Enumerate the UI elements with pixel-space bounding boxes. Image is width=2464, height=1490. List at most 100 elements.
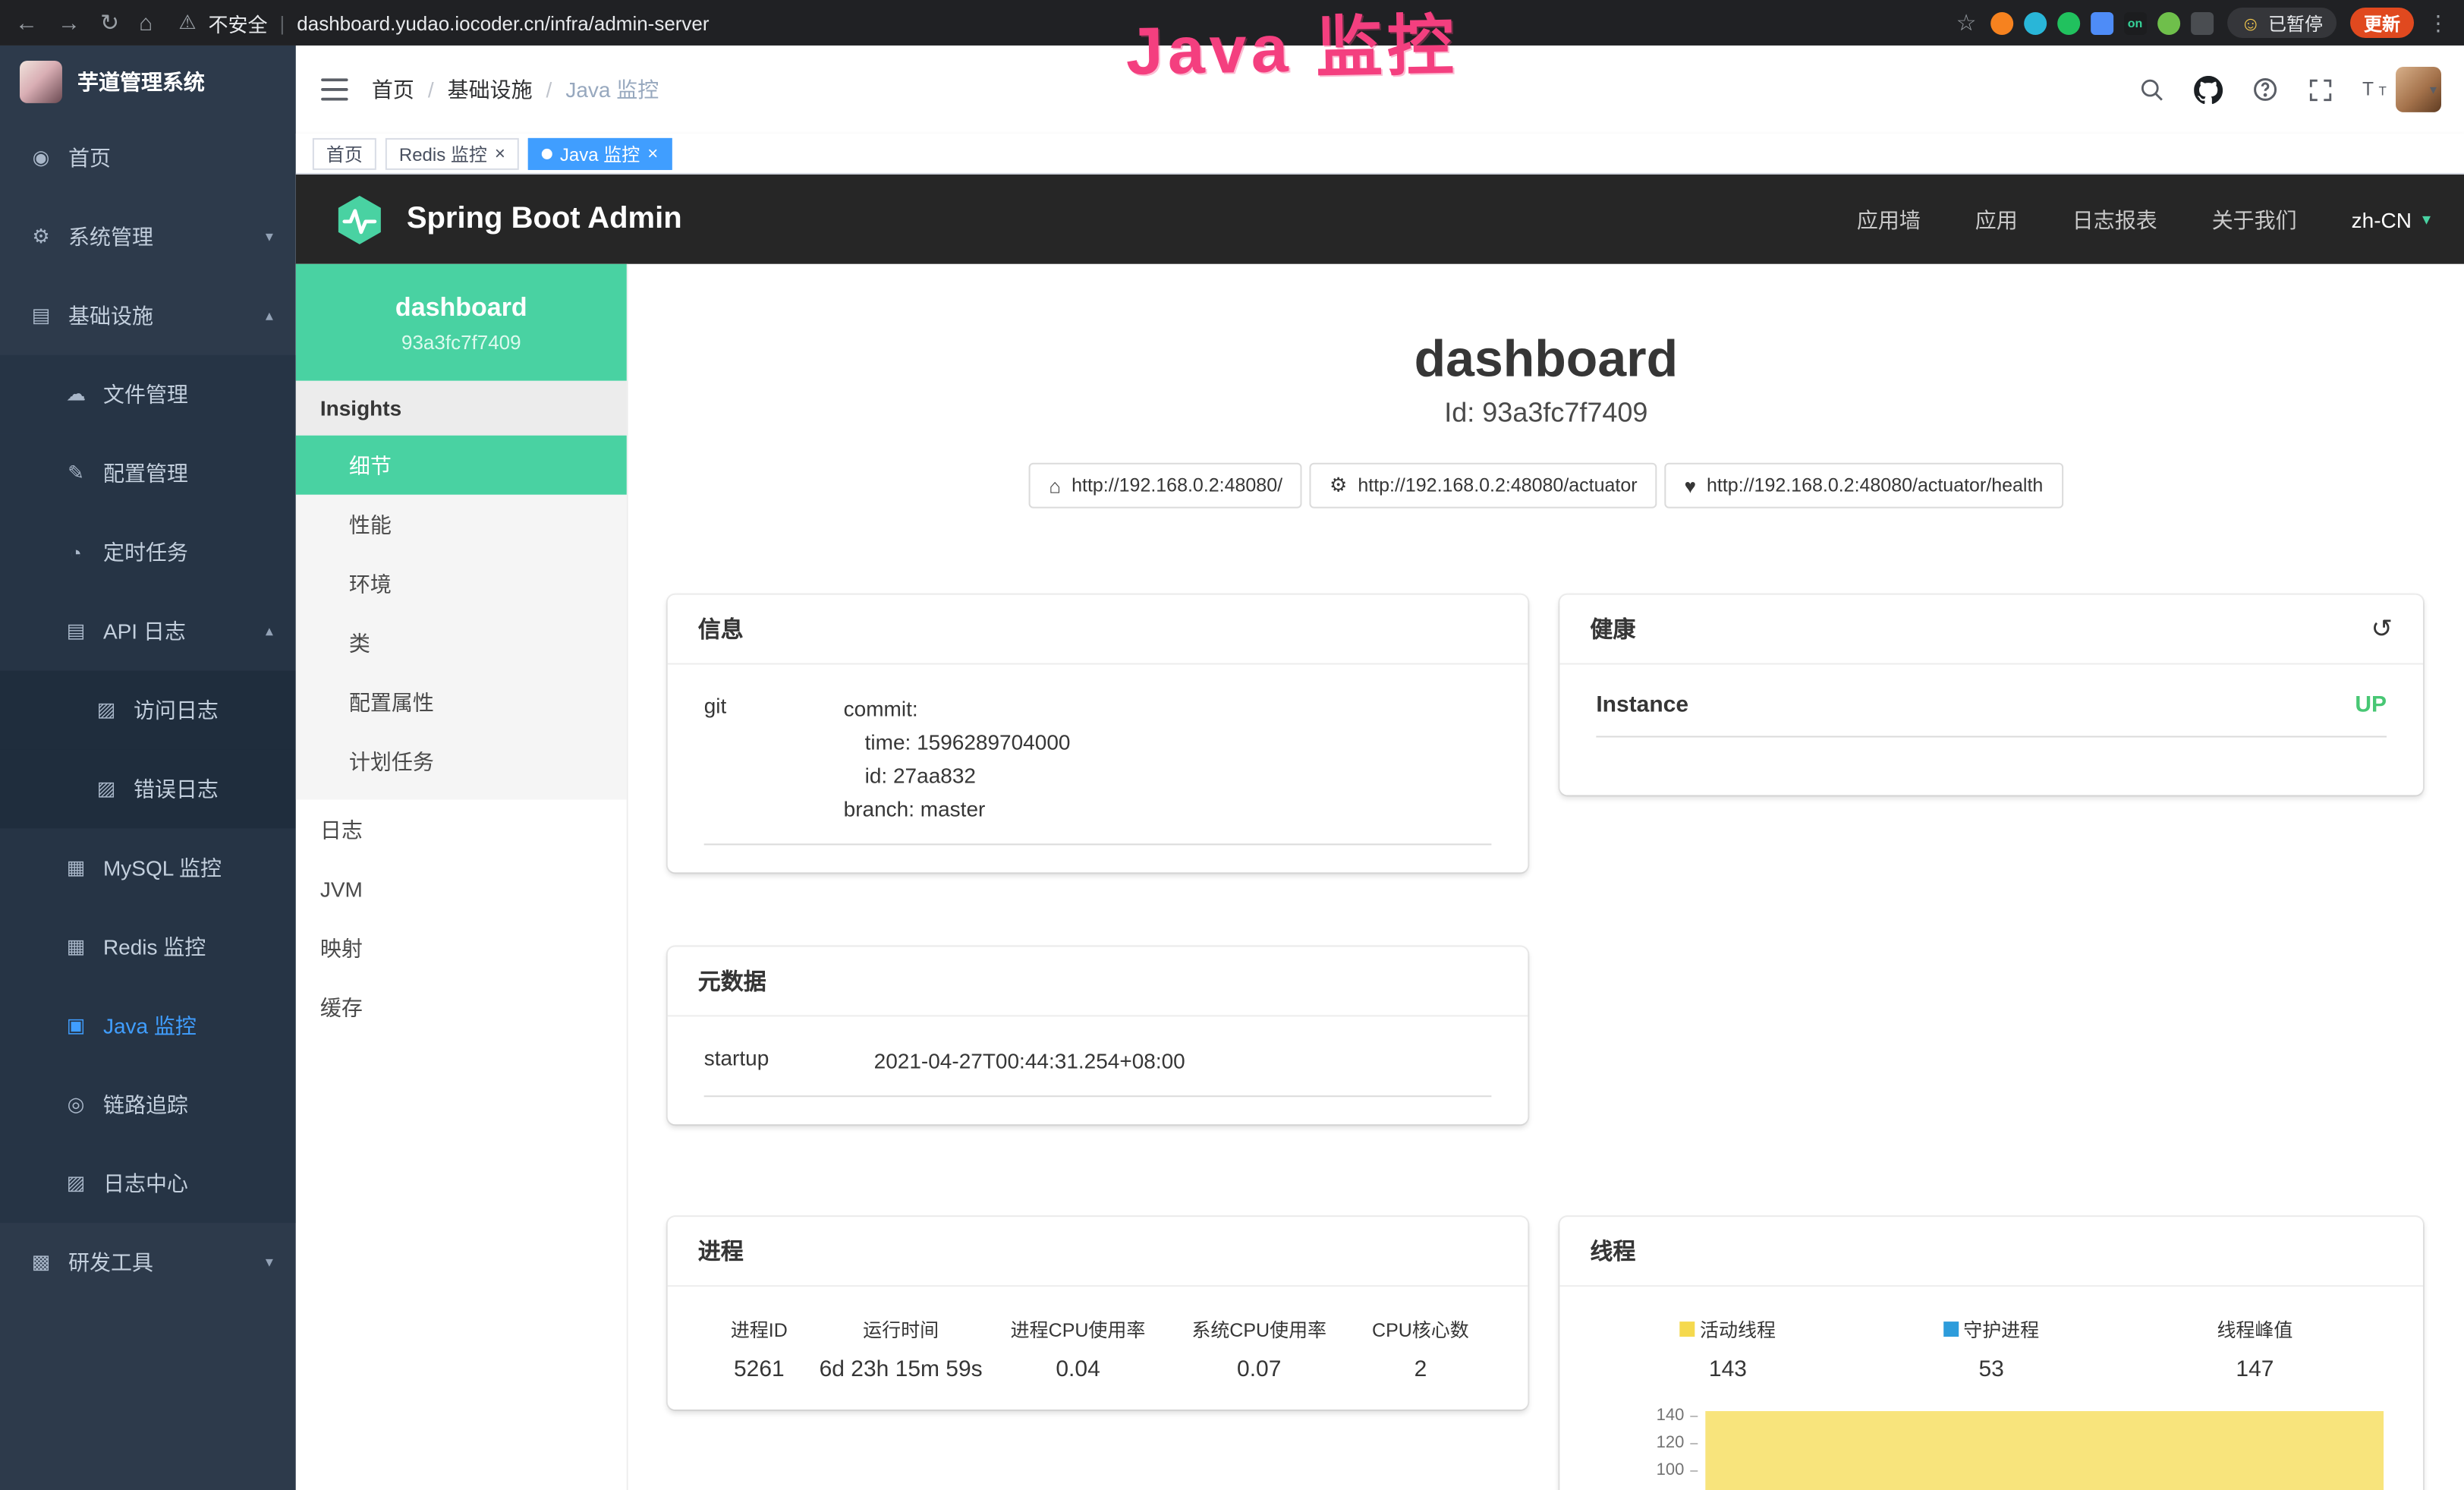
history-icon[interactable]: ↺ <box>2371 616 2393 642</box>
heart-icon: ♥ <box>1685 474 1696 497</box>
sba-side-item-细节[interactable]: 细节 <box>296 436 627 495</box>
tab-首页[interactable]: 首页 <box>313 137 376 169</box>
sba-nav-应用墙[interactable]: 应用墙 <box>1857 204 1921 235</box>
sidebar-item-系统管理[interactable]: ⚙系统管理▾ <box>0 197 296 276</box>
card-info-title: 信息 <box>698 613 744 645</box>
legend-value: 143 <box>1596 1356 1859 1382</box>
sba-side-item-性能[interactable]: 性能 <box>296 495 627 554</box>
card-process-title: 进程 <box>698 1235 744 1267</box>
sidebar-item-label: Java 监控 <box>103 1010 197 1041</box>
sidebar-item-label: 基础设施 <box>68 301 153 331</box>
sidebar-item-Redis 监控[interactable]: ▦Redis 监控 <box>0 907 296 986</box>
sba-main: dashboard Id: 93a3fc7f7409 ⌂http://192.1… <box>628 264 2464 1490</box>
forward-icon[interactable]: → <box>58 11 80 34</box>
breadcrumb: 首页/基础设施/Java 监控 <box>372 74 659 105</box>
tab-Redis 监控[interactable]: Redis 监控× <box>385 137 519 169</box>
sba-body: dashboard 93a3fc7f7409 Insights 细节性能环境类配… <box>296 264 2464 1490</box>
extension-icon[interactable] <box>2157 11 2179 34</box>
avatar-caret-icon[interactable]: ▾ <box>2430 81 2437 98</box>
profile-paused-chip[interactable]: ☺ 已暂停 <box>2226 8 2337 38</box>
extension-icon[interactable] <box>2024 11 2047 34</box>
sidebar-item-API 日志[interactable]: ▤API 日志▴ <box>0 592 296 671</box>
sidebar-item-研发工具[interactable]: ▩研发工具▾ <box>0 1223 296 1302</box>
brand-logo <box>20 61 62 103</box>
sidebar-item-链路追踪[interactable]: ◎链路追踪 <box>0 1065 296 1144</box>
home-icon: ⌂ <box>1049 474 1061 497</box>
sba-side-item-日志[interactable]: 日志 <box>296 799 627 858</box>
config-icon: ✎ <box>64 461 88 486</box>
bookmark-star-icon[interactable]: ☆ <box>1956 11 1977 34</box>
sidebar-item-访问日志[interactable]: ▨访问日志 <box>0 671 296 750</box>
info-key: git <box>704 692 844 826</box>
sidebar-item-文件管理[interactable]: ☁文件管理 <box>0 355 296 434</box>
instance-link-home[interactable]: ⌂http://192.168.0.2:48080/ <box>1029 463 1302 509</box>
update-button[interactable]: 更新 <box>2350 8 2414 38</box>
sba-side-item-映射[interactable]: 映射 <box>296 918 627 977</box>
security-label[interactable]: 不安全 <box>209 8 268 37</box>
sidebar-item-label: MySQL 监控 <box>103 852 222 883</box>
sidebar-item-首页[interactable]: ◉首页 <box>0 118 296 197</box>
breadcrumb-item[interactable]: 基础设施 <box>448 74 533 105</box>
extension-icon[interactable] <box>1990 11 2013 34</box>
sba-nav-关于我们[interactable]: 关于我们 <box>2212 204 2297 235</box>
column-value: 0.07 <box>1169 1356 1350 1382</box>
extension-icon[interactable] <box>2190 11 2213 34</box>
close-icon[interactable]: × <box>495 144 505 162</box>
close-icon[interactable]: × <box>647 144 658 162</box>
y-tick-mark <box>1690 1416 1698 1417</box>
locale-select[interactable]: zh-CN ▾ <box>2352 207 2431 232</box>
reload-icon[interactable]: ↻ <box>100 11 119 34</box>
breadcrumb-separator: / <box>428 77 434 102</box>
breadcrumb-item[interactable]: 首页 <box>372 74 414 105</box>
search-icon[interactable] <box>2140 77 2166 102</box>
sba-logo-icon[interactable] <box>332 192 387 247</box>
process-table: 进程ID5261运行时间6d 23h 15m 59s进程CPU使用率0.04系统… <box>704 1314 1492 1382</box>
sidebar-item-配置管理[interactable]: ✎ 配置管理 <box>0 434 296 513</box>
sidebar-item-label: 配置管理 <box>103 458 188 489</box>
sidebar-item-错误日志[interactable]: ▨错误日志 <box>0 749 296 828</box>
extension-icon[interactable] <box>2091 11 2113 34</box>
sba-nav-应用[interactable]: 应用 <box>1975 204 2018 235</box>
sidebar-item-MySQL 监控[interactable]: ▦MySQL 监控 <box>0 828 296 907</box>
sidebar-item-基础设施[interactable]: ▤ 基础设施 ▴ <box>0 276 296 355</box>
doc-icon: ▨ <box>94 777 118 801</box>
info-line: commit: <box>844 692 1071 726</box>
extension-icon[interactable]: on <box>2124 11 2147 34</box>
sidebar-item-定时任务[interactable]: ◔定时任务 <box>0 513 296 592</box>
instance-link-wrench[interactable]: ⚙http://192.168.0.2:48080/actuator <box>1310 463 1657 509</box>
browser-menu-icon[interactable]: ⋮ <box>2428 12 2449 33</box>
sba-side-item-计划任务[interactable]: 计划任务 <box>296 732 627 791</box>
sba-side-item-环境[interactable]: 环境 <box>296 554 627 613</box>
font-size-icon[interactable]: TT <box>2363 77 2393 102</box>
chevron-up-icon: ▴ <box>266 307 273 324</box>
card-health: 健康 ↺ Instance UP <box>1559 595 2423 795</box>
hamburger-icon[interactable] <box>320 77 349 102</box>
legend-活动线程: 活动线程143 <box>1596 1314 1859 1382</box>
sba-side-item-JVM[interactable]: JVM <box>296 858 627 918</box>
sba-side-item-缓存[interactable]: 缓存 <box>296 977 627 1036</box>
sba-side-item-类[interactable]: 类 <box>296 613 627 673</box>
fullscreen-icon[interactable] <box>2308 77 2334 102</box>
question-icon[interactable] <box>2252 76 2280 103</box>
sba-side-item-配置属性[interactable]: 配置属性 <box>296 673 627 732</box>
brand-title: 芋道管理系统 <box>77 67 205 97</box>
github-icon[interactable] <box>2195 75 2223 104</box>
instance-header[interactable]: dashboard 93a3fc7f7409 <box>296 264 627 381</box>
doc-icon: ▨ <box>64 1171 88 1195</box>
column-header: CPU核心数 <box>1350 1314 1492 1343</box>
browser-home-icon[interactable]: ⌂ <box>139 11 153 34</box>
url-text[interactable]: dashboard.yudao.iocoder.cn/infra/admin-s… <box>297 11 709 34</box>
sidebar-item-日志中心[interactable]: ▨日志中心 <box>0 1144 296 1223</box>
sba-title[interactable]: Spring Boot Admin <box>407 202 682 237</box>
instance-link-heart[interactable]: ♥http://192.168.0.2:48080/actuator/healt… <box>1665 463 2063 509</box>
tab-Java 监控[interactable]: Java 监控× <box>528 137 672 169</box>
back-icon[interactable]: ← <box>15 11 38 34</box>
sidebar-item-Java 监控[interactable]: ▣Java 监控 <box>0 986 296 1065</box>
sba-nav-日志报表[interactable]: 日志报表 <box>2072 204 2157 235</box>
sidebar-item-label: 访问日志 <box>134 695 219 726</box>
infra-icon: ▤ <box>29 304 53 328</box>
card-threads-header: 线程 <box>1559 1217 2423 1287</box>
brand: 芋道管理系统 <box>0 46 296 118</box>
extension-icon[interactable] <box>2057 11 2080 34</box>
address-bar[interactable]: ⚠ 不安全 | dashboard.yudao.iocoder.cn/infra… <box>178 8 1936 37</box>
